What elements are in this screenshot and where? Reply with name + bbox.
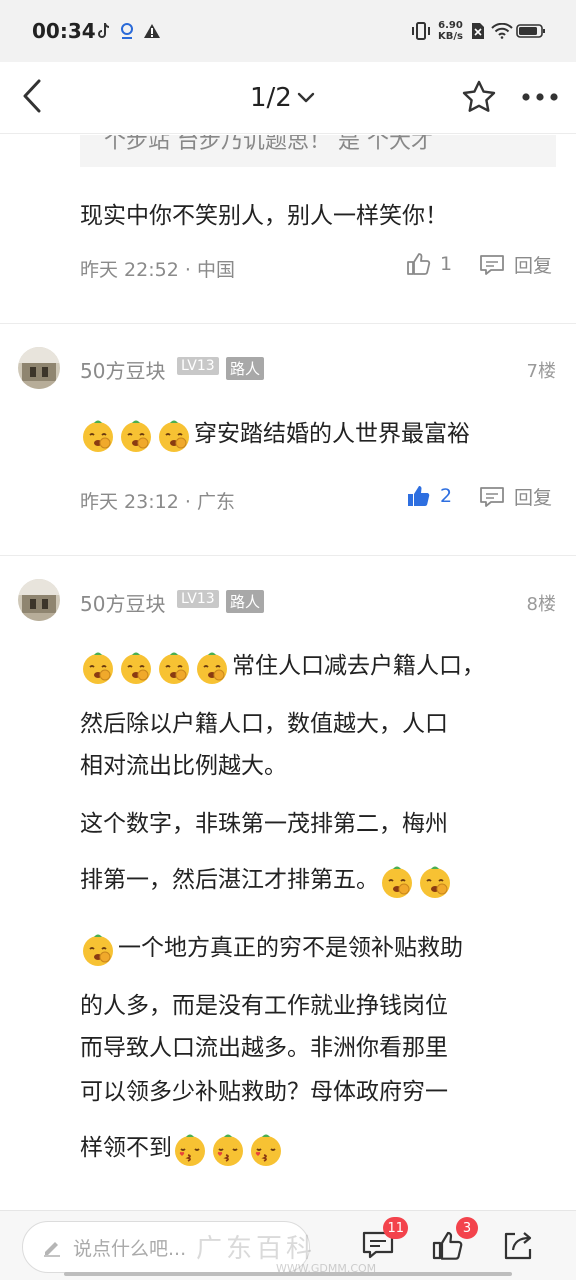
comment-text: 相对流出比例越大。 — [80, 753, 287, 779]
comment-text: 常住人口减去户籍人口， — [232, 653, 485, 679]
wifi-icon — [490, 20, 514, 42]
comment-content: 穿安踏结婚的人世界最富裕 — [80, 413, 470, 455]
battery-icon — [516, 20, 546, 42]
star-icon — [462, 80, 496, 112]
tiktok-icon — [96, 20, 112, 42]
pencil-icon — [44, 1242, 60, 1257]
net-speed-value: 6.90 — [438, 20, 463, 31]
comment-line: 样领不到 — [80, 1127, 286, 1169]
floor-number: 8楼 — [526, 594, 556, 615]
comment-text: 穿安踏结婚的人世界最富裕 — [194, 421, 470, 447]
username[interactable]: 50方豆块 — [80, 355, 165, 384]
reply-button[interactable]: 回复 — [478, 251, 552, 278]
yawn-emoji-icon — [80, 417, 116, 453]
status-time: 00:34 — [32, 19, 96, 43]
comment-text: 而导致人口流出越多。非洲你看那里 — [80, 1035, 448, 1061]
comment-line: 常住人口减去户籍人口， — [80, 645, 485, 687]
thumbs-up-filled-icon — [408, 486, 430, 506]
divider — [0, 555, 576, 556]
username[interactable]: 50方豆块 — [80, 588, 165, 617]
more-button[interactable] — [518, 76, 562, 118]
comment-text: 可以领多少补贴救助？母体政府穷一 — [80, 1079, 448, 1105]
comments-button[interactable]: 11 — [358, 1217, 408, 1265]
yawn-emoji-icon — [379, 863, 415, 899]
reply-button[interactable]: 回复 — [478, 483, 552, 510]
like-count: 2 — [440, 485, 453, 507]
yawn-emoji-icon — [118, 649, 154, 685]
comment-text: 的人多，而是没有工作就业挣钱岗位 — [80, 993, 448, 1019]
avatar[interactable] — [18, 347, 60, 389]
comment-text: 这个数字，非珠第一茂排第二，梅州 — [80, 811, 448, 837]
favorite-button[interactable] — [458, 76, 500, 118]
page-indicator-label: 1/2 — [250, 83, 292, 113]
kiss-emoji-icon — [210, 1131, 246, 1167]
comment-time: 昨天 23:12 — [80, 491, 179, 513]
net-speed: 6.90 KB/s — [438, 20, 463, 42]
kiss-emoji-icon — [172, 1131, 208, 1167]
divider — [0, 323, 576, 324]
reply-label: 回复 — [514, 487, 553, 509]
yawn-emoji-icon — [417, 863, 453, 899]
no-sim-icon — [470, 20, 486, 42]
more-icon — [522, 93, 558, 101]
baby-icon — [118, 20, 136, 42]
comments-count-badge: 11 — [383, 1217, 408, 1239]
nav-bar: 1/2 — [0, 62, 576, 134]
share-icon — [504, 1232, 532, 1260]
quoted-reply: 个步站 台步乃讥题思！ 是 个大才 — [80, 135, 556, 167]
home-indicator[interactable] — [64, 1272, 512, 1276]
comment-text: 样领不到 — [80, 1135, 172, 1161]
yawn-emoji-icon — [156, 649, 192, 685]
page-selector[interactable]: 1/2 — [250, 80, 316, 116]
net-speed-unit: KB/s — [438, 31, 463, 42]
level-badge: LV13 — [177, 357, 219, 375]
comment-line: 排第一，然后湛江才排第五。 — [80, 859, 455, 901]
chevron-down-icon — [297, 92, 315, 103]
yawn-emoji-icon — [156, 417, 192, 453]
quoted-text: 个步站 台步乃讥题思！ 是 个大才 — [104, 135, 433, 154]
back-button[interactable] — [12, 76, 52, 116]
reply-icon — [480, 254, 504, 275]
like-button[interactable]: 2 — [406, 483, 452, 509]
reply-icon — [480, 486, 504, 507]
status-bar: 00:34 6.90 KB/s — [0, 0, 576, 62]
likes-count-badge: 3 — [456, 1217, 478, 1239]
thumbs-up-icon — [407, 253, 431, 275]
role-badge: 路人 — [226, 590, 265, 613]
yawn-emoji-icon — [80, 649, 116, 685]
like-count: 1 — [440, 253, 453, 275]
role-badge: 路人 — [226, 357, 265, 380]
yawn-emoji-icon — [194, 649, 230, 685]
vibrate-icon — [410, 20, 432, 42]
comment-text: 一个地方真正的穷不是领补贴救助 — [118, 935, 463, 961]
comment-list: 个步站 台步乃讥题思！ 是 个大才 现实中你不笑别人，别人一样笑你！ 昨天 22… — [0, 135, 576, 1210]
avatar[interactable] — [18, 579, 60, 621]
watermark: 广东百科 — [196, 1234, 317, 1264]
back-arrow-icon — [23, 79, 41, 113]
comment-meta: 昨天 22:52 · 中国 — [80, 259, 235, 281]
share-button[interactable] — [498, 1225, 538, 1265]
comment-location: 中国 — [196, 259, 235, 281]
comment-time: 昨天 22:52 — [80, 259, 179, 281]
comment-meta: 昨天 23:12 · 广东 — [80, 491, 235, 513]
kiss-emoji-icon — [248, 1131, 284, 1167]
comment-line: 一个地方真正的穷不是领补贴救助 — [80, 927, 463, 969]
yawn-emoji-icon — [118, 417, 154, 453]
floor-number: 7楼 — [526, 361, 556, 382]
comment-location: 广东 — [196, 491, 235, 513]
comment-text: 现实中你不笑别人，别人一样笑你！ — [80, 203, 448, 229]
like-post-button[interactable]: 3 — [428, 1217, 478, 1265]
reply-label: 回复 — [514, 255, 553, 277]
comment-input-placeholder: 说点什么吧... — [73, 1237, 187, 1260]
comment-text: 排第一，然后湛江才排第五。 — [80, 867, 379, 893]
level-badge: LV13 — [177, 590, 219, 608]
yawn-emoji-icon — [80, 931, 116, 967]
warning-icon — [142, 20, 162, 42]
like-button[interactable]: 1 — [406, 251, 452, 277]
comment-text: 然后除以户籍人口，数值越大，人口 — [80, 711, 448, 737]
